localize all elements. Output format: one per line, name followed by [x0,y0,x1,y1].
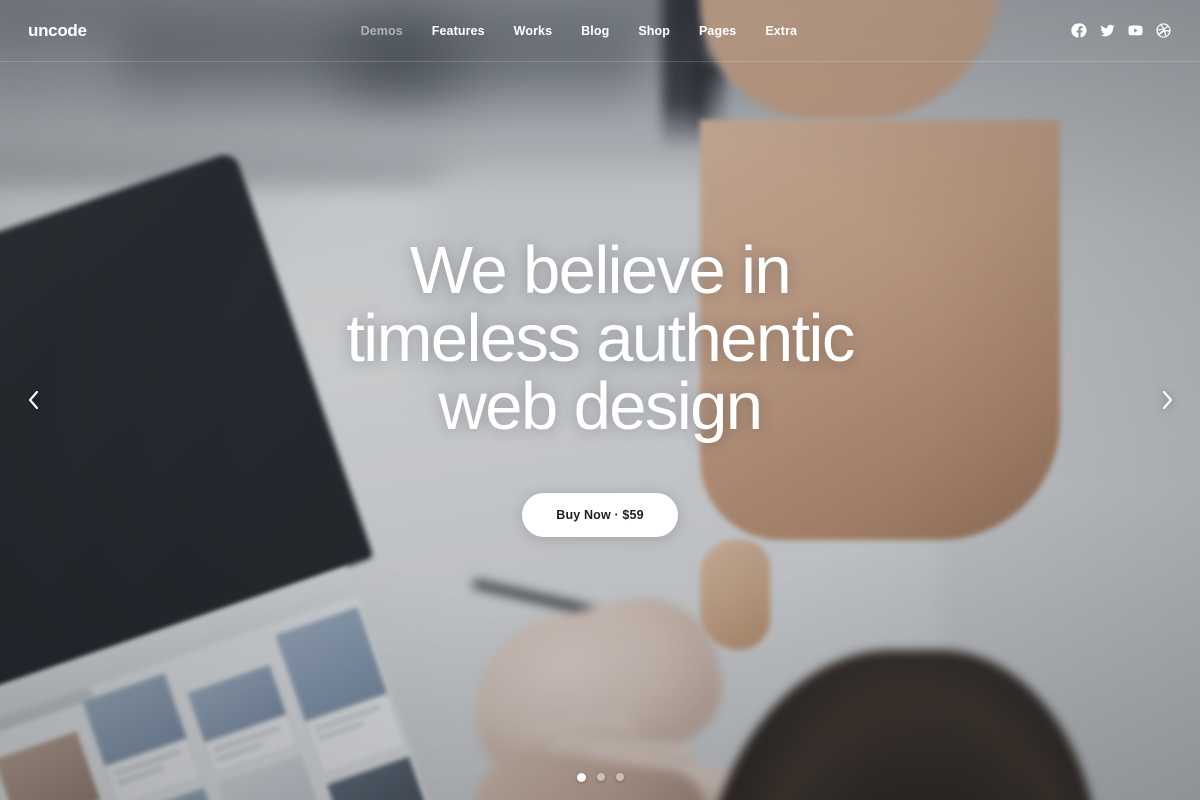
nav-item-works[interactable]: Works [514,24,552,38]
slider-prev-button[interactable] [16,383,50,417]
hero-background-photo [0,0,1200,800]
nav-item-demos[interactable]: Demos [361,24,403,38]
nav-item-blog[interactable]: Blog [581,24,609,38]
site-logo[interactable]: uncode [28,21,87,41]
slider-dot-1[interactable] [576,773,586,782]
slider-next-button[interactable] [1150,383,1184,417]
nav-item-extra[interactable]: Extra [765,24,797,38]
buy-now-button[interactable]: Buy Now · $59 [522,493,678,538]
slider-dot-2[interactable] [596,773,605,781]
chevron-right-icon [1162,390,1172,410]
chevron-left-icon [28,390,38,410]
site-header: uncode Demos Features Works Blog Shop Pages Ex… [0,0,1200,62]
hero-slider-page: uncode Demos Features Works Blog Shop Pages Ex… [0,0,1200,800]
nav-item-pages[interactable]: Pages [699,24,736,38]
slider-dot-3[interactable] [615,773,624,781]
nav-item-shop[interactable]: Shop [638,24,670,38]
photo-vignette [0,0,1200,800]
dribbble-icon[interactable] [1155,22,1172,39]
twitter-icon[interactable] [1099,22,1116,39]
slider-pagination [0,773,1200,782]
youtube-icon[interactable] [1127,22,1144,39]
social-links [1071,22,1172,39]
nav-item-features[interactable]: Features [432,24,485,38]
main-navigation: Demos Features Works Blog Shop Pages Extra [361,24,798,38]
facebook-icon[interactable] [1071,22,1088,39]
